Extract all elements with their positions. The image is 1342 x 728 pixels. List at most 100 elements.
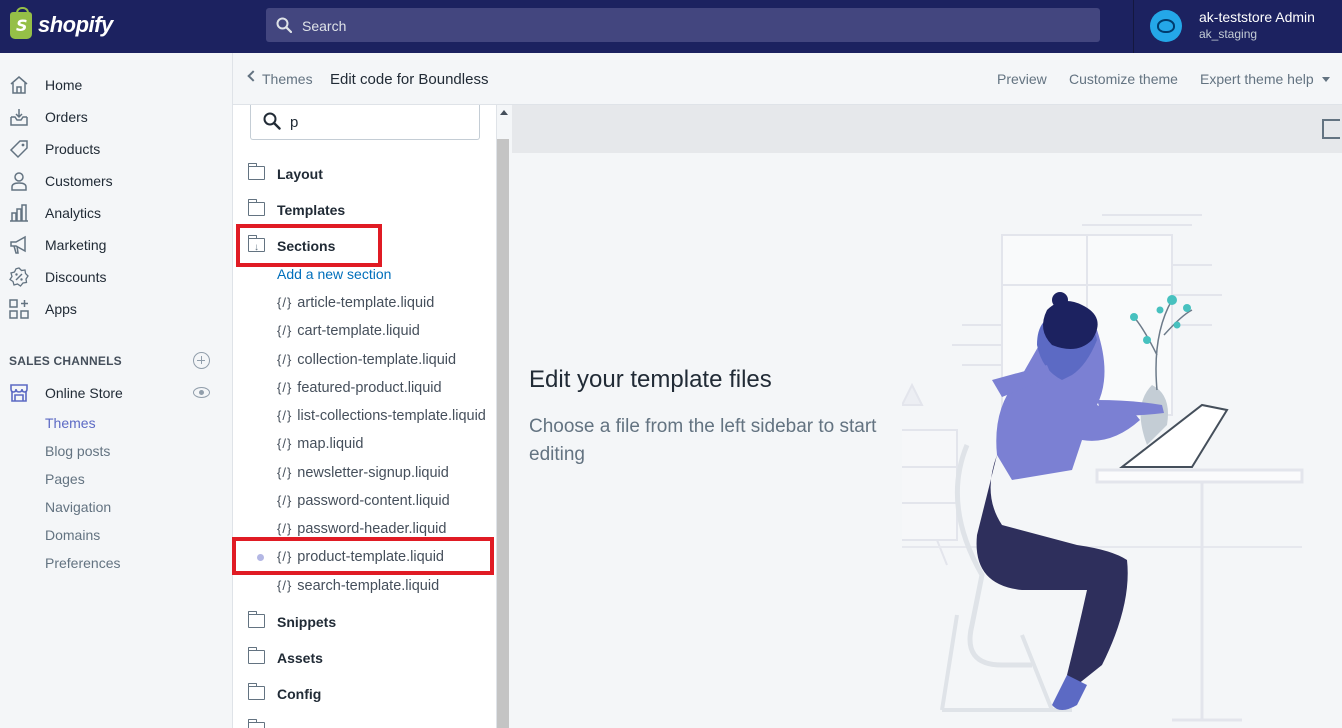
nav-products[interactable]: Products <box>0 133 233 165</box>
folder-icon <box>247 647 265 664</box>
nav-label-apps: Apps <box>45 301 77 317</box>
folder-icon <box>247 611 265 628</box>
store-icon <box>10 384 28 402</box>
liquid-file-icon: {/} <box>277 352 293 367</box>
nav-marketing[interactable]: Marketing <box>0 229 233 261</box>
liquid-file-icon: {/} <box>277 408 293 423</box>
person-at-desk-illustration <box>902 214 1304 722</box>
shopify-logo[interactable]: S shopify <box>0 0 233 53</box>
file-item[interactable]: {/} newsletter-signup.liquid <box>277 464 496 484</box>
folder-templates[interactable]: Templates <box>247 199 488 222</box>
nav-orders[interactable]: Orders <box>0 101 233 133</box>
file-item[interactable]: {/} map.liquid <box>277 435 496 455</box>
file-name: password-content.liquid <box>297 493 450 509</box>
avatar-face-icon <box>1157 19 1175 33</box>
nav-home[interactable]: Home <box>0 69 233 101</box>
nav-label-analytics: Analytics <box>45 205 102 221</box>
file-name: collection-template.liquid <box>297 352 457 368</box>
nav-navigation[interactable]: Navigation <box>45 499 111 515</box>
nav-label-marketing: Marketing <box>45 237 107 253</box>
folder-assets[interactable]: Assets <box>247 647 488 670</box>
folder-icon <box>247 163 265 180</box>
brand-name: shopify <box>38 12 113 37</box>
shopping-bag-icon: S <box>10 7 32 39</box>
nav-label-customers: Customers <box>45 173 113 189</box>
file-item[interactable]: {/} search-template.liquid <box>277 577 496 597</box>
scroll-up-arrow-icon[interactable] <box>500 110 508 115</box>
avatar[interactable] <box>1150 10 1182 42</box>
search-input[interactable]: Search <box>266 8 1100 42</box>
bar-chart-icon <box>10 204 28 222</box>
top-bar: S shopify Search ak-teststore Admin ak_s… <box>0 0 1342 53</box>
person-icon <box>11 172 27 191</box>
nav-themes[interactable]: Themes <box>45 415 96 431</box>
nav-customers[interactable]: Customers <box>0 165 233 197</box>
search-icon <box>276 17 292 33</box>
nav-preferences[interactable]: Preferences <box>45 555 120 571</box>
file-item[interactable]: {/} cart-template.liquid <box>277 322 496 342</box>
nav-label-online-store: Online Store <box>45 385 123 401</box>
folder-label: Config <box>277 686 322 702</box>
file-item[interactable]: {/} article-template.liquid <box>277 294 496 314</box>
customize-theme-link[interactable]: Customize theme <box>1069 71 1178 87</box>
account-store: ak_staging <box>1199 27 1258 41</box>
back-to-themes-link[interactable]: Themes <box>262 71 313 87</box>
search-icon <box>263 112 281 130</box>
file-name: newsletter-signup.liquid <box>297 465 449 481</box>
nav-pages[interactable]: Pages <box>45 471 85 487</box>
discount-icon <box>9 267 29 287</box>
tag-icon <box>9 140 28 159</box>
empty-state-text: Choose a file from the left sidebar to s… <box>529 416 877 465</box>
account-divider <box>1133 0 1134 53</box>
folder-layout[interactable]: Layout <box>247 163 488 186</box>
caret-down-icon[interactable] <box>1322 77 1330 82</box>
folder-icon <box>247 199 265 216</box>
scrollbar-thumb[interactable] <box>497 139 509 728</box>
file-filter-value: p <box>290 114 299 131</box>
liquid-file-icon: {/} <box>277 295 293 310</box>
folder-icon <box>247 719 265 728</box>
chevron-left-icon[interactable] <box>247 70 259 82</box>
liquid-file-icon: {/} <box>277 465 293 480</box>
file-name: article-template.liquid <box>297 295 435 311</box>
editor-header: Themes Edit code for Boundless Preview C… <box>233 53 1342 105</box>
account-name[interactable]: ak-teststore Admin <box>1199 9 1315 25</box>
file-sidebar-scrollbar[interactable] <box>497 105 512 728</box>
page-title-prefix: Edit code for <box>330 71 415 88</box>
nav-label-discounts: Discounts <box>45 269 107 285</box>
add-channel-icon[interactable] <box>193 352 210 369</box>
file-item[interactable]: {/} list-collections-template.liquid <box>277 407 496 427</box>
nav-discounts[interactable]: Discounts <box>0 261 233 293</box>
page-title: Edit code for Boundless <box>330 71 488 88</box>
file-item[interactable]: {/} featured-product.liquid <box>277 379 496 399</box>
folder-snippets[interactable]: Snippets <box>247 611 488 634</box>
folder-config[interactable]: Config <box>247 683 488 706</box>
nav-domains[interactable]: Domains <box>45 527 100 543</box>
liquid-file-icon: {/} <box>277 493 293 508</box>
nav-blog-posts[interactable]: Blog posts <box>45 443 110 459</box>
file-name: featured-product.liquid <box>297 380 442 396</box>
expand-icon[interactable] <box>1322 119 1340 139</box>
folder-label: Snippets <box>277 614 337 630</box>
sales-channels-heading: SALES CHANNELS <box>9 354 122 368</box>
empty-state-title: Edit your template files <box>529 366 772 393</box>
file-filter-input[interactable]: p <box>250 105 480 140</box>
file-item[interactable]: {/} collection-template.liquid <box>277 351 496 371</box>
file-item[interactable]: {/} password-content.liquid <box>277 492 496 512</box>
preview-link[interactable]: Preview <box>997 71 1047 87</box>
editor-main: Edit your template files Choose a file f… <box>512 105 1342 728</box>
megaphone-icon <box>10 235 26 254</box>
nav-label-orders: Orders <box>45 109 88 125</box>
folder-partial[interactable] <box>247 719 488 728</box>
folder-label: Templates <box>277 202 346 218</box>
liquid-file-icon: {/} <box>277 436 293 451</box>
eye-icon[interactable] <box>193 387 210 398</box>
highlight-product-template-box <box>232 537 494 575</box>
liquid-file-icon: {/} <box>277 521 293 536</box>
nav-analytics[interactable]: Analytics <box>0 197 233 229</box>
nav-label-home: Home <box>45 77 83 93</box>
liquid-file-icon: {/} <box>277 578 293 593</box>
add-new-section-link[interactable]: Add a new section <box>277 266 391 282</box>
expert-theme-help-link[interactable]: Expert theme help <box>1200 71 1314 87</box>
nav-apps[interactable]: Apps <box>0 293 233 325</box>
